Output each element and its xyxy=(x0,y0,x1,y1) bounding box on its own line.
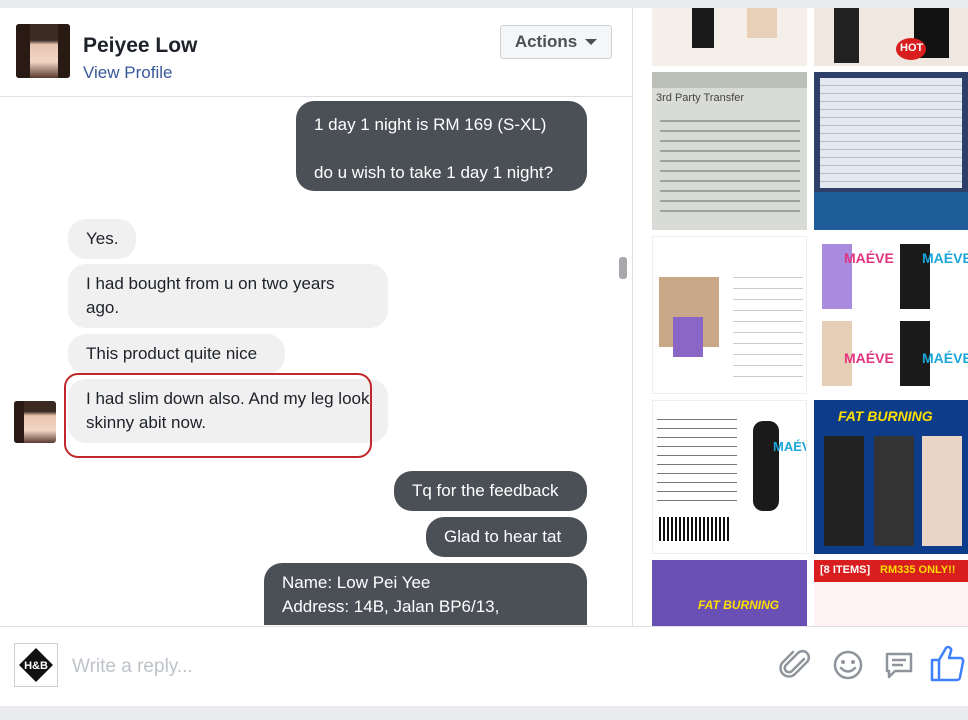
photo-tile[interactable] xyxy=(652,8,807,66)
actions-button[interactable]: Actions xyxy=(500,25,612,59)
scrollbar-thumb[interactable] xyxy=(619,257,627,279)
message-text: Name: Low Pei Yee xyxy=(282,573,431,592)
photo-legs xyxy=(692,8,714,48)
photo-legs xyxy=(753,421,779,511)
photo-legs xyxy=(834,8,859,63)
photo-caption xyxy=(652,72,807,88)
maeve-label: MAÉVE xyxy=(844,350,894,366)
message-text: Address: 14B, Jalan BP6/13, xyxy=(282,597,500,616)
maeve-label: MAÉVE xyxy=(922,350,968,366)
message-incoming: This product quite nice xyxy=(68,334,285,374)
message-text: Glad to hear tat xyxy=(444,527,562,546)
bottom-strip xyxy=(0,706,968,720)
message-thread[interactable]: 1 day 1 night is RM 169 (S-XL) do u wish… xyxy=(0,97,632,625)
fat-burning-label: FAT BURNING xyxy=(698,598,780,612)
photo-text-block xyxy=(657,411,737,501)
top-strip xyxy=(0,0,968,8)
reply-composer: H&B xyxy=(0,626,968,707)
maeve-label: MAÉVE xyxy=(844,250,894,266)
photo-document xyxy=(660,112,800,212)
photo-caption-text: 3rd Party Transfer xyxy=(656,92,745,104)
photo-tile[interactable]: MAÉVE xyxy=(652,400,807,554)
message-outgoing: Name: Low Pei Yee Address: 14B, Jalan BP… xyxy=(264,563,587,625)
hot-badge: HOT xyxy=(896,38,926,60)
photo-screen xyxy=(814,192,968,230)
panel-divider xyxy=(632,8,633,626)
message-outgoing: Tq for the feedback xyxy=(394,471,587,511)
message-outgoing: 1 day 1 night is RM 169 (S-XL) do u wish… xyxy=(296,101,587,191)
photo-model xyxy=(824,436,864,546)
fat-burning-label: FAT BURNING xyxy=(838,408,933,424)
message-outgoing: Glad to hear tat xyxy=(426,517,587,557)
view-profile-link[interactable]: View Profile xyxy=(83,63,172,83)
attachment-icon[interactable] xyxy=(778,647,814,683)
contact-name[interactable]: Peiyee Low xyxy=(83,34,197,58)
message-incoming: I had bought from u on two years ago. xyxy=(68,264,388,328)
photo-tile[interactable] xyxy=(814,72,968,230)
photo-table xyxy=(733,267,803,377)
message-text: Tq for the feedback xyxy=(412,481,559,500)
sender-avatar[interactable] xyxy=(14,401,56,443)
maeve-label: MAÉVE xyxy=(922,250,968,266)
photo-barcode xyxy=(659,517,729,541)
promo-price-label: RM335 ONLY!! xyxy=(880,564,956,576)
photo-tile[interactable]: MAÉVE MAÉVE MAÉVE MAÉVE xyxy=(814,236,968,394)
message-text: This product quite nice xyxy=(86,344,258,363)
saved-replies-icon[interactable] xyxy=(881,647,917,683)
like-thumb-icon[interactable] xyxy=(928,643,966,683)
photo-tile[interactable]: HOT xyxy=(814,8,968,66)
reply-input[interactable] xyxy=(70,651,594,683)
message-text: do u wish to take 1 day 1 night? xyxy=(314,163,554,182)
photo-legs xyxy=(747,8,777,38)
chevron-down-icon xyxy=(585,39,598,45)
maeve-label: MAÉVE xyxy=(773,439,806,454)
highlight-box xyxy=(64,373,372,458)
photo-tile[interactable]: 3rd Party Transfer xyxy=(652,72,807,230)
emoji-icon[interactable] xyxy=(830,647,866,683)
conversation-header: Peiyee Low View Profile Actions xyxy=(0,8,632,97)
hot-label: HOT xyxy=(900,42,924,54)
photo-product xyxy=(673,317,703,357)
photo-tile[interactable]: [8 ITEMS] RM335 ONLY!! xyxy=(814,560,968,626)
photo-tile[interactable]: FAT BURNING xyxy=(814,400,968,554)
photo-model xyxy=(874,436,914,546)
shared-photos-panel[interactable]: HOT 3rd Party Transfer MAÉVE MAÉVE MAÉVE… xyxy=(646,8,968,626)
photo-screen xyxy=(820,78,962,188)
contact-avatar[interactable] xyxy=(16,24,70,78)
actions-label: Actions xyxy=(514,32,578,51)
message-text: 1 day 1 night is RM 169 (S-XL) xyxy=(314,115,547,134)
message-text: Yes. xyxy=(86,229,119,248)
logo-text: H&B xyxy=(24,660,48,672)
photo-tile[interactable] xyxy=(652,236,807,394)
page-logo: H&B xyxy=(14,643,58,687)
photo-model xyxy=(922,436,962,546)
message-incoming: Yes. xyxy=(68,219,136,259)
diamond-logo-icon: H&B xyxy=(19,648,53,682)
photo-tile[interactable]: FAT BURNING xyxy=(652,560,807,626)
message-text: I had bought from u on two years ago. xyxy=(86,274,335,317)
promo-items-label: [8 ITEMS] xyxy=(820,564,871,576)
